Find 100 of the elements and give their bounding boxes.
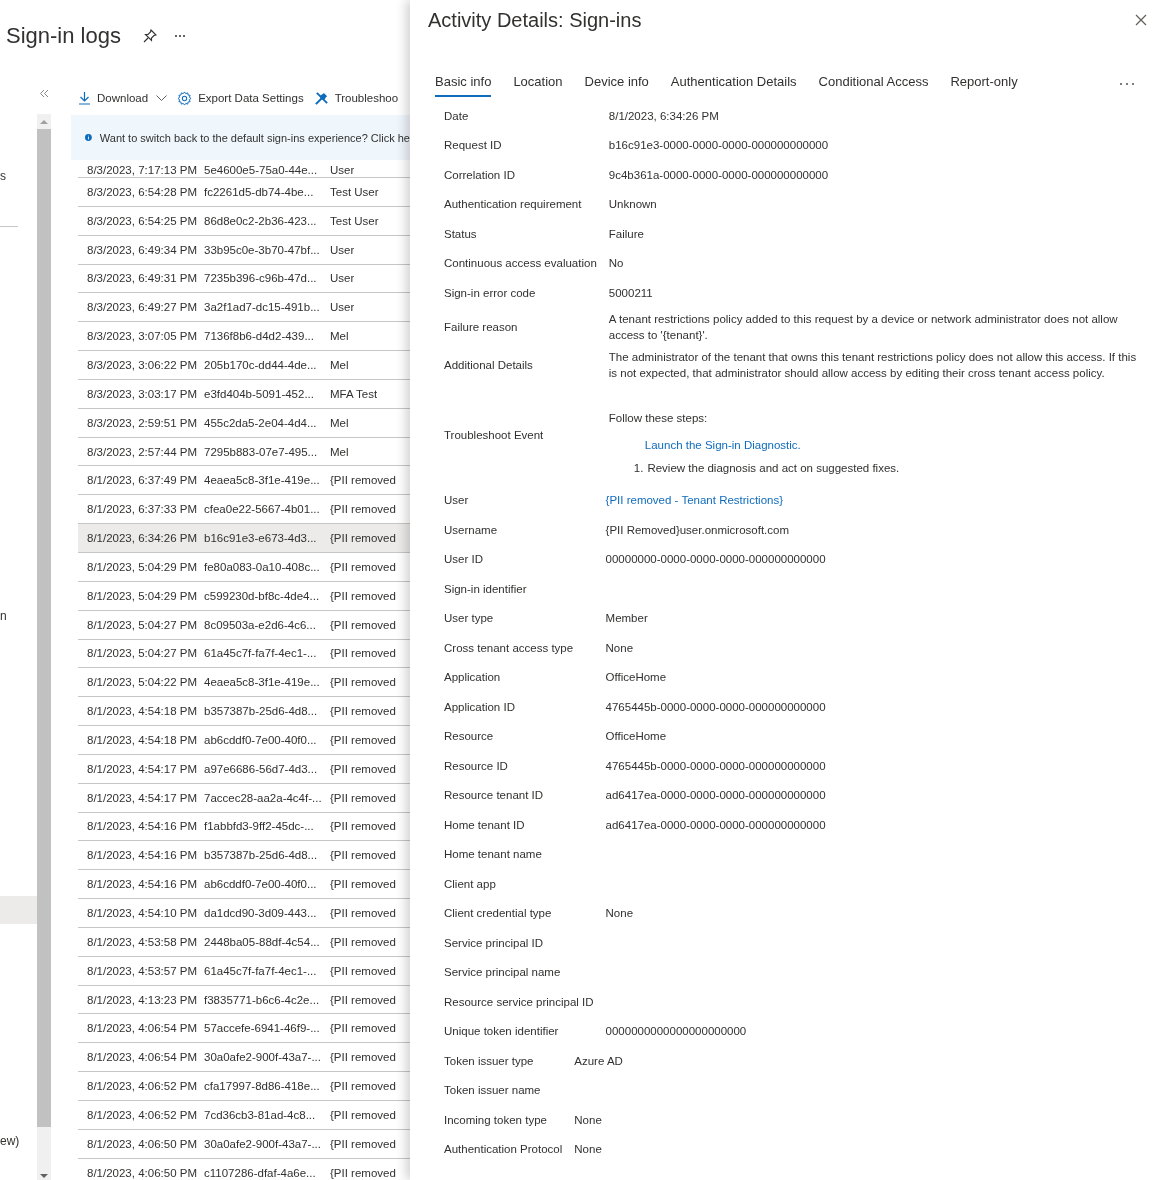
table-row[interactable]: 8/1/2023, 4:53:58 PM 2448ba05-88df-4c54... {PII removed: [78, 927, 410, 957]
collapse-icon[interactable]: [39, 89, 49, 98]
table-cell-text: fc2261d5-db74-4be...: [204, 185, 315, 198]
tab[interactable]: Conditional Access: [818, 70, 929, 97]
table-cell-text: 8/1/2023, 4:54:18 PM: [86, 705, 198, 718]
table-cell-text: 8/1/2023, 4:06:52 PM: [86, 1108, 198, 1121]
table-row[interactable]: 8/1/2023, 4:06:52 PM 7cd36cb3-81ad-4c8... {PII removed: [78, 1101, 410, 1130]
table-cell-text: ab6cddf0-7e00-40f0...: [204, 878, 318, 891]
diagnostic-link[interactable]: Launch the Sign-in Diagnostic.: [644, 436, 801, 453]
more-icon[interactable]: [1119, 81, 1135, 86]
field-value: OfficeHome: [605, 729, 667, 745]
table-cell-text: 8/3/2023, 7:17:13 PM: [86, 164, 198, 176]
table-row[interactable]: 8/3/2023, 6:49:31 PM 7235b396-c96b-47d... User: [78, 264, 410, 294]
table-row[interactable]: 8/3/2023, 3:06:22 PM 205b170c-dd44-4de... Mel: [78, 351, 410, 380]
tab[interactable]: Device info: [584, 70, 649, 97]
table-row[interactable]: 8/3/2023, 2:57:44 PM 7295b883-07e7-495... Mel: [78, 437, 410, 467]
table-row[interactable]: 8/1/2023, 4:06:50 PM 30a0afe2-900f-43a7-... {PII removed: [78, 1129, 410, 1159]
table-cell-text: 8/1/2023, 5:04:29 PM: [86, 589, 198, 602]
table-row[interactable]: 8/3/2023, 6:49:34 PM 33b95c0e-3b70-47bf... User: [78, 235, 410, 265]
table-cell: {PII removed: [330, 676, 396, 689]
table-row[interactable]: 8/1/2023, 4:06:52 PM cfa17997-8d86-418e... {PII removed: [78, 1072, 410, 1101]
table-row[interactable]: 8/1/2023, 4:54:17 PM a97e6686-56d7-4d3... {PII removed: [78, 754, 410, 784]
field-label: Token issuer type: [444, 1053, 535, 1069]
table-row[interactable]: 8/1/2023, 4:54:16 PM ab6cddf0-7e00-40f0... {PII removed: [78, 870, 410, 900]
tab[interactable]: Authentication Details: [670, 70, 797, 97]
table-row[interactable]: 8/1/2023, 4:06:54 PM 30a0afe2-900f-43a7-... {PII removed: [78, 1043, 410, 1073]
field-label: Application: [444, 670, 502, 686]
field-label: Unique token identifier: [444, 1024, 560, 1040]
table-row[interactable]: 8/1/2023, 5:04:22 PM 4eaea5c8-3f1e-419e... {PII removed: [78, 668, 410, 698]
field-label: User ID: [444, 552, 484, 568]
table-row[interactable]: 8/1/2023, 4:54:16 PM b357387b-25d6-4d8... {PII removed: [78, 841, 410, 871]
field-label: User: [444, 493, 470, 509]
table-row[interactable]: 8/1/2023, 4:06:54 PM 57accefe-6941-46f9-... {PII removed: [78, 1014, 410, 1044]
pin-icon[interactable]: [142, 29, 157, 43]
table-row[interactable]: 8/1/2023, 4:54:10 PM da1dcd90-3d09-443... {PII removed: [78, 899, 410, 928]
table-cell-text: 205b170c-dd44-4de...: [204, 359, 318, 371]
table-row[interactable]: 8/3/2023, 2:59:51 PM 455c2da5-2e04-4d4... Mel: [78, 408, 410, 438]
table-cell-text: b16c91e3-e673-4d3...: [204, 532, 318, 545]
scrollbar[interactable]: [37, 114, 51, 1180]
table-cell: {PII removed: [330, 1166, 396, 1179]
table-row[interactable]: 8/3/2023, 6:49:27 PM 3a2f1ad7-dc15-491b... User: [78, 293, 410, 323]
table-row[interactable]: 8/3/2023, 7:17:13 PM 5e4600e5-75a0-44e... User: [78, 160, 410, 178]
table-row[interactable]: 8/3/2023, 3:07:05 PM 7136f8b6-d4d2-439... Mel: [78, 322, 410, 352]
tab[interactable]: Basic info: [435, 70, 492, 97]
table-row[interactable]: 8/1/2023, 5:04:29 PM c599230d-bf8c-4de4... {PII removed: [78, 581, 410, 611]
field-value: {PII Removed}user.onmicrosoft.com: [605, 522, 789, 538]
table-cell: {PII removed: [330, 907, 396, 919]
toolbar-button[interactable]: Download: [78, 91, 168, 105]
toolbar-button[interactable]: Export Data Settings: [177, 90, 304, 106]
table-cell-text: 8/1/2023, 4:54:16 PM: [86, 820, 198, 833]
table-cell-text: 8/3/2023, 6:54:28 PM: [86, 185, 198, 198]
table-row[interactable]: 8/1/2023, 4:54:17 PM 7accec28-aa2a-4c4f-... {PII removed: [78, 783, 410, 813]
table-cell-text: 3a2f1ad7-dc15-491b...: [204, 301, 321, 314]
table-cell: {PII removed: [330, 791, 396, 804]
table-row[interactable]: 8/1/2023, 4:54:18 PM ab6cddf0-7e00-40f0... {PII removed: [78, 726, 410, 755]
table-cell: Mel: [330, 445, 349, 458]
table-cell-text: 8/1/2023, 4:06:54 PM: [86, 1022, 198, 1035]
sidebar-item[interactable]: n: [0, 602, 37, 630]
table-cell-text: 61a45c7f-fa7f-4ec1-...: [204, 647, 318, 660]
table-row[interactable]: 8/1/2023, 6:37:49 PM 4eaea5c8-3f1e-419e... {PII removed: [78, 466, 410, 496]
toolbar-button[interactable]: Troubleshoo: [313, 90, 399, 106]
table-row[interactable]: 8/3/2023, 6:54:28 PM fc2261d5-db74-4be... Test User: [78, 178, 410, 207]
table-row[interactable]: 8/1/2023, 4:53:57 PM 61a45c7f-fa7f-4ec1-... {PII removed: [78, 956, 410, 986]
table-row[interactable]: 8/1/2023, 4:54:16 PM f1abbfd3-9ff2-45dc-... {PII removed: [78, 812, 410, 842]
field-value: ad6417ea-0000-0000-0000-000000000000: [605, 817, 826, 833]
table-cell: {PII removed: [330, 964, 396, 977]
tab[interactable]: Report-only: [950, 70, 1018, 97]
table-row[interactable]: 8/1/2023, 4:54:18 PM b357387b-25d6-4d8... {PII removed: [78, 697, 410, 727]
table-cell: Test User: [330, 185, 379, 198]
table-cell-text: 8/3/2023, 6:49:31 PM: [86, 272, 198, 285]
tab[interactable]: Location: [513, 70, 563, 97]
user-link[interactable]: {PII removed - Tenant Restrictions}: [605, 492, 784, 509]
gear-icon: [177, 90, 193, 106]
sidebar-item[interactable]: ew): [0, 1127, 37, 1155]
table-cell-text: c599230d-bf8c-4de4...: [204, 589, 321, 602]
table-row[interactable]: 8/1/2023, 5:04:27 PM 61a45c7f-fa7f-4ec1-... {PII removed: [78, 639, 410, 669]
field-label: Sign-in identifier: [444, 581, 528, 597]
table-cell-text: 8/1/2023, 6:37:49 PM: [86, 474, 198, 487]
close-icon[interactable]: [1135, 14, 1147, 26]
table-cell-text: 8c09503a-e2d6-4c6...: [204, 618, 317, 631]
download-icon: [78, 91, 91, 105]
field-label: Authentication requirement: [444, 197, 583, 213]
more-icon[interactable]: [173, 34, 186, 38]
table-cell-text: 5e4600e5-75a0-44e...: [204, 164, 319, 176]
table-row[interactable]: 8/1/2023, 4:13:23 PM f3835771-b6c6-4c2e... {PII removed: [78, 985, 410, 1015]
table-row[interactable]: 8/3/2023, 3:03:17 PM e3fd404b-5091-452... MFA Test: [78, 379, 410, 409]
step-number: 1.: [633, 460, 644, 476]
field-value: None: [574, 1142, 602, 1158]
table-cell: {PII removed: [330, 762, 396, 775]
table-row[interactable]: 8/3/2023, 6:54:25 PM 86d8e0c2-2b36-423... Test User: [78, 206, 410, 236]
table-row[interactable]: 8/1/2023, 6:34:26 PM b16c91e3-e673-4d3... {PII removed: [78, 524, 410, 553]
table-row[interactable]: 8/1/2023, 5:04:27 PM 8c09503a-e2d6-4c6... {PII removed: [78, 610, 410, 640]
field-label: Home tenant name: [444, 847, 543, 863]
table-cell: {PII removed: [330, 560, 396, 573]
field-value: Member: [605, 611, 648, 627]
table-row[interactable]: 8/1/2023, 5:04:29 PM fe80a083-0a10-408c... {PII removed: [78, 552, 410, 582]
table-cell: {PII removed: [330, 503, 396, 516]
field-label: Token issuer name: [444, 1083, 542, 1099]
table-cell: User: [330, 272, 355, 285]
sidebar-item[interactable]: s: [0, 162, 37, 190]
